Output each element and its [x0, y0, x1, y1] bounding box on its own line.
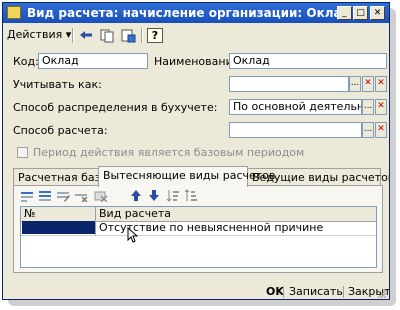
consider-as-select-button[interactable]: ...: [349, 76, 361, 92]
document-copy-icon: [100, 29, 114, 43]
footer-separator: [343, 286, 344, 298]
window-icon: [7, 6, 21, 19]
close-window-button[interactable]: ✕: [370, 6, 385, 20]
column-divider: [95, 221, 96, 235]
window-title: Вид расчета: начисление организации: Окл…: [27, 6, 352, 20]
save-button[interactable]: Записать: [289, 285, 343, 298]
tab-label: Расчетная база: [18, 171, 108, 184]
mouse-cursor-icon: [127, 227, 139, 243]
sort-ascending-icon: [166, 190, 179, 202]
tab-displacing[interactable]: Вытесняющие виды расчетов: [98, 166, 275, 187]
copy-button[interactable]: [99, 28, 115, 43]
add-row-icon: [21, 192, 33, 202]
edit-row-button[interactable]: [56, 189, 70, 202]
table-header: № Вид расчета: [21, 207, 376, 222]
arrow-up-icon: [131, 190, 141, 201]
ok-button[interactable]: OK: [266, 285, 284, 298]
toolbar-separator: [141, 28, 143, 43]
code-label: Код:: [13, 55, 39, 68]
column-divider: [95, 207, 96, 221]
help-button[interactable]: ?: [147, 28, 163, 43]
calc-method-select-button[interactable]: ...: [362, 122, 374, 138]
toolbar-separator: [72, 28, 74, 43]
consider-as-label: Учитывать как:: [13, 78, 102, 91]
column-header-calc-type[interactable]: Вид расчета: [99, 207, 171, 220]
clear-rows-button[interactable]: [94, 189, 108, 203]
tab-label: Вытесняющие виды расчетов: [103, 169, 276, 182]
help-icon: ?: [151, 29, 159, 42]
clear-rows-icon: [94, 191, 108, 203]
displacing-types-table[interactable]: № Вид расчета Отсутствие по невыясненной…: [20, 206, 377, 268]
base-period-label: Период действия является базовым периодо…: [33, 146, 305, 159]
minimize-button[interactable]: _: [337, 6, 352, 20]
base-period-checkbox[interactable]: [17, 147, 28, 158]
dialog-window: Вид расчета: начисление организации: Окл…: [2, 2, 390, 300]
calc-method-field[interactable]: [229, 122, 362, 138]
distribution-label: Способ распределения в бухучете:: [13, 101, 218, 114]
move-up-button[interactable]: [129, 189, 143, 202]
consider-as-clear-button[interactable]: ✕: [362, 76, 374, 92]
sort-desc-button[interactable]: [184, 189, 198, 202]
actions-label: Действия: [7, 28, 63, 41]
footer-separator: [283, 286, 284, 298]
structure-button[interactable]: [120, 28, 136, 43]
tab-calc-base[interactable]: Расчетная база: [13, 168, 107, 186]
calc-method-clear-button[interactable]: ✕: [375, 122, 387, 138]
arrow-down-icon: [149, 190, 159, 201]
tab-strip: Расчетная база Вытесняющие виды расчетов…: [13, 166, 389, 187]
distribution-clear-button[interactable]: ✕: [375, 99, 387, 115]
consider-as-field[interactable]: [229, 76, 349, 92]
maximize-button[interactable]: □: [353, 6, 368, 20]
consider-as-clear-all-button[interactable]: ✕: [375, 76, 387, 92]
edit-row-icon: [57, 192, 70, 202]
tab-panel: № Вид расчета Отсутствие по невыясненной…: [13, 185, 383, 273]
arrow-left-icon: [80, 31, 92, 39]
sort-asc-button[interactable]: [166, 189, 180, 202]
table-row[interactable]: Отсутствие по невыясненной причине: [21, 221, 376, 236]
copy-row-icon: [39, 191, 51, 201]
distribution-field[interactable]: По основной деятельности: [229, 99, 362, 115]
chevron-down-icon: ▾: [65, 28, 72, 41]
calc-method-label: Способ расчета:: [13, 124, 108, 137]
go-back-button[interactable]: [78, 28, 94, 43]
code-field[interactable]: Оклад: [38, 53, 148, 69]
add-row-button[interactable]: [20, 189, 34, 202]
sort-descending-icon: [184, 189, 197, 201]
column-header-number[interactable]: №: [24, 207, 35, 220]
resize-grip-icon[interactable]: [375, 287, 387, 299]
move-down-button[interactable]: [147, 189, 161, 202]
delete-row-icon: [75, 194, 88, 203]
document-tree-icon: [121, 29, 136, 43]
row-number-cell-selected[interactable]: [22, 221, 95, 234]
actions-menu-button[interactable]: Действия ▾: [7, 28, 71, 41]
name-field[interactable]: Оклад: [229, 53, 387, 69]
title-bar[interactable]: Вид расчета: начисление организации: Окл…: [3, 3, 389, 23]
copy-row-button[interactable]: [38, 189, 52, 202]
delete-row-button[interactable]: [74, 189, 88, 203]
distribution-select-button[interactable]: ...: [362, 99, 374, 115]
toolbar: Действия ▾ ?: [3, 25, 389, 45]
